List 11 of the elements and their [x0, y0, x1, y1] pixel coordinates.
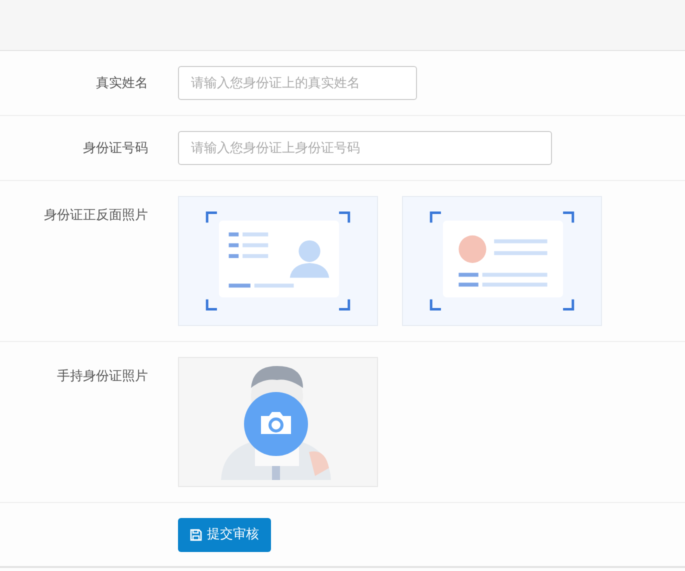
- save-icon: [190, 529, 202, 541]
- input-field[interactable]: 请输入您身份证上身份证号码: [178, 131, 552, 165]
- id-back-drawing[interactable]: [402, 196, 602, 326]
- submit-button[interactable]: 提交审核: [178, 518, 271, 552]
- field-label: 真实姓名: [95, 75, 148, 93]
- field-label: 身份证正反面照片: [43, 207, 148, 225]
- input-field[interactable]: 请输入您身份证上的真实姓名: [178, 66, 417, 100]
- camera-icon[interactable]: [244, 392, 308, 456]
- id-front-drawing[interactable]: [178, 196, 378, 326]
- field-label: 手持身份证照片: [56, 368, 148, 386]
- field-label: 身份证号码: [82, 140, 148, 158]
